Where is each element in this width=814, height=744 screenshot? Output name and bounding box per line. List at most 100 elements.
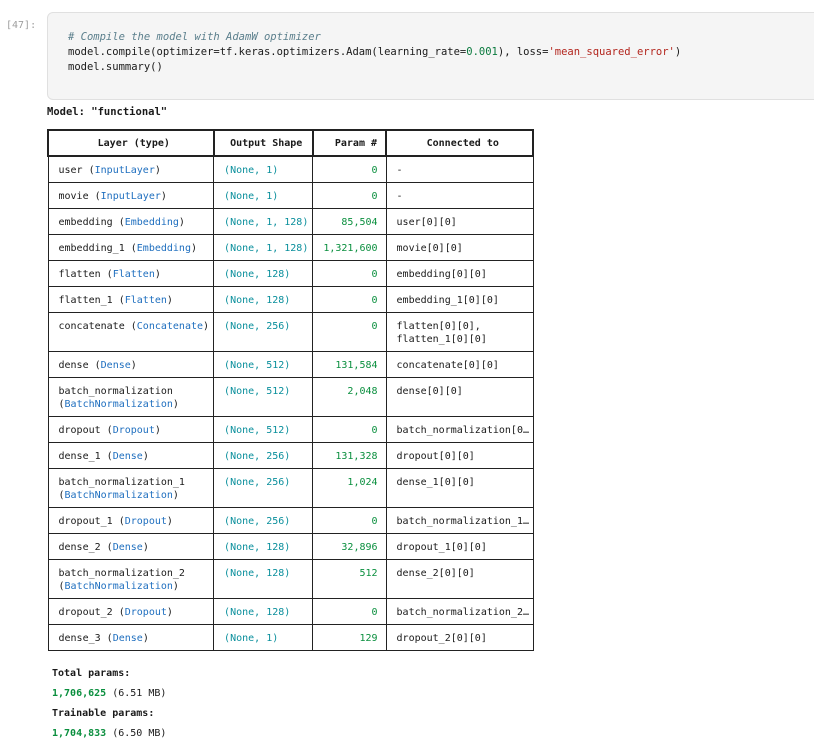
shape-cell: (None, 512) (213, 416, 314, 443)
layer-cell: dropout (Dropout) (47, 416, 215, 443)
layer-cell: dropout_1 (Dropout) (47, 507, 215, 534)
header-output-shape: Output Shape (212, 129, 314, 157)
param-cell: 2,048 (312, 377, 387, 417)
connected-cell: dropout_2[0][0] (385, 624, 534, 651)
layer-cell: dense_1 (Dense) (47, 442, 215, 469)
connected-cell: embedding[0][0] (385, 260, 534, 287)
table-header-row: Layer (type) Output Shape Param # Connec… (47, 129, 535, 157)
table-row: batch_normalization_1 (BatchNormalization… (47, 468, 534, 508)
shape-cell: (None, 128) (213, 559, 314, 599)
connected-cell: user[0][0] (385, 208, 534, 235)
param-cell: 0 (312, 260, 387, 287)
shape-cell: (None, 1) (213, 624, 314, 651)
shape-cell: (None, 128) (213, 286, 314, 313)
shape-cell: (None, 512) (213, 351, 314, 378)
table-row: embedding (Embedding) (None, 1, 128) 85,50… (47, 208, 534, 235)
connected-cell: dense[0][0] (385, 377, 534, 417)
layer-cell: embedding (Embedding) (47, 208, 215, 235)
connected-cell: batch_normalization[0… (385, 416, 534, 443)
param-cell: 0 (312, 416, 387, 443)
table-row: dense (Dense) (None, 512) 131,584 concatena… (47, 351, 534, 378)
totals: Total params: 1,706,625 (6.51 MB) Traina… (52, 664, 167, 744)
shape-cell: (None, 128) (213, 260, 314, 287)
layer-cell: dense_2 (Dense) (47, 533, 215, 560)
shape-cell: (None, 128) (213, 533, 314, 560)
connected-cell: flatten[0][0], flatten_1[0][0] (385, 312, 534, 352)
code-cell[interactable]: # Compile the model with AdamW optimizer… (47, 12, 814, 100)
layer-cell: embedding_1 (Embedding) (47, 234, 215, 261)
header-layer: Layer (type) (47, 129, 215, 157)
shape-cell: (None, 128) (213, 598, 314, 625)
table-row: user (InputLayer) (None, 1) 0- (47, 156, 534, 183)
layer-cell: batch_normalization_1 (BatchNormalization… (47, 468, 215, 508)
table-row: flatten (Flatten) (None, 128) 0 embedding[0… (47, 260, 534, 287)
param-cell: 0 (312, 312, 387, 352)
connected-cell: batch_normalization_2… (385, 598, 534, 625)
table-row: dense_3 (Dense) (None, 1) 129 dropout_2[0][… (47, 624, 534, 651)
layer-cell: movie (InputLayer) (47, 182, 215, 209)
connected-cell: - (385, 156, 534, 183)
shape-cell: (None, 1) (213, 182, 314, 209)
table-row: dropout (Dropout) (None, 512) 0 batch_norma… (47, 416, 534, 443)
trainable-params: Trainable params: 1,704,833 (6.50 MB) (52, 708, 167, 739)
layer-cell: flatten_1 (Flatten) (47, 286, 215, 313)
layer-cell: batch_normalization (BatchNormalization) (47, 377, 215, 417)
param-cell: 129 (312, 624, 387, 651)
param-cell: 85,504 (312, 208, 387, 235)
code-editor[interactable]: # Compile the model with AdamW optimizer… (68, 30, 681, 75)
layer-cell: dropout_2 (Dropout) (47, 598, 215, 625)
shape-cell: (None, 512) (213, 377, 314, 417)
shape-cell: (None, 1) (213, 156, 314, 183)
layer-cell: flatten (Flatten) (47, 260, 215, 287)
code-comment: # Compile the model with AdamW optimizer (68, 31, 321, 43)
connected-cell: concatenate[0][0] (385, 351, 534, 378)
shape-cell: (None, 1, 128) (213, 234, 314, 261)
shape-cell: (None, 1, 128) (213, 208, 314, 235)
table-row: movie (InputLayer) (None, 1) 0- (47, 182, 534, 209)
layer-cell: user (InputLayer) (47, 156, 215, 183)
header-param: Param # (311, 129, 388, 157)
code-line-compile: model.compile(optimizer=tf.keras.optimiz… (68, 46, 682, 58)
param-cell: 0 (312, 286, 387, 313)
connected-cell: dense_2[0][0] (385, 559, 534, 599)
param-cell: 131,328 (312, 442, 387, 469)
cell-prompt: [47]: (6, 20, 37, 31)
connected-cell: movie[0][0] (385, 234, 534, 261)
connected-cell: dropout[0][0] (385, 442, 534, 469)
param-cell: 0 (312, 507, 387, 534)
connected-cell: dropout_1[0][0] (385, 533, 534, 560)
table-row: dense_1 (Dense) (None, 256) 131,328 dropout… (47, 442, 534, 469)
layer-cell: batch_normalization_2 (BatchNormalization… (47, 559, 215, 599)
connected-cell: dense_1[0][0] (385, 468, 534, 508)
layer-cell: dense_3 (Dense) (47, 624, 215, 651)
model-summary-table: Layer (type) Output Shape Param # Connec… (47, 129, 535, 651)
layer-cell: concatenate (Concatenate) (47, 312, 215, 352)
param-cell: 1,321,600 (312, 234, 387, 261)
param-cell: 0 (312, 598, 387, 625)
param-cell: 0 (312, 156, 387, 183)
table-row: batch_normalization (BatchNormalization)(… (47, 377, 534, 417)
shape-cell: (None, 256) (213, 312, 314, 352)
connected-cell: batch_normalization_1… (385, 507, 534, 534)
header-connected: Connected to (385, 129, 535, 157)
table-row: concatenate (Concatenate) (None, 256) 0 fla… (47, 312, 534, 352)
table-row: dense_2 (Dense) (None, 128) 32,896 dropout_… (47, 533, 534, 560)
shape-cell: (None, 256) (213, 507, 314, 534)
param-cell: 1,024 (312, 468, 387, 508)
shape-cell: (None, 256) (213, 442, 314, 469)
shape-cell: (None, 256) (213, 468, 314, 508)
table-row: dropout_2 (Dropout) (None, 128) 0 batch_nor… (47, 598, 534, 625)
param-cell: 512 (312, 559, 387, 599)
connected-cell: embedding_1[0][0] (385, 286, 534, 313)
table-row: batch_normalization_2 (BatchNormalization… (47, 559, 534, 599)
param-cell: 0 (312, 182, 387, 209)
param-cell: 32,896 (312, 533, 387, 560)
table-row: embedding_1 (Embedding) (None, 1, 128) 1,3… (47, 234, 534, 261)
code-line-summary: model.summary() (68, 61, 163, 73)
cell-output: Model: "functional" Layer (type) Output … (47, 104, 535, 739)
model-title: Model: "functional" (47, 106, 168, 118)
connected-cell: - (385, 182, 534, 209)
layer-cell: dense (Dense) (47, 351, 215, 378)
param-cell: 131,584 (312, 351, 387, 378)
table-row: flatten_1 (Flatten) (None, 128) 0 embedding… (47, 286, 534, 313)
